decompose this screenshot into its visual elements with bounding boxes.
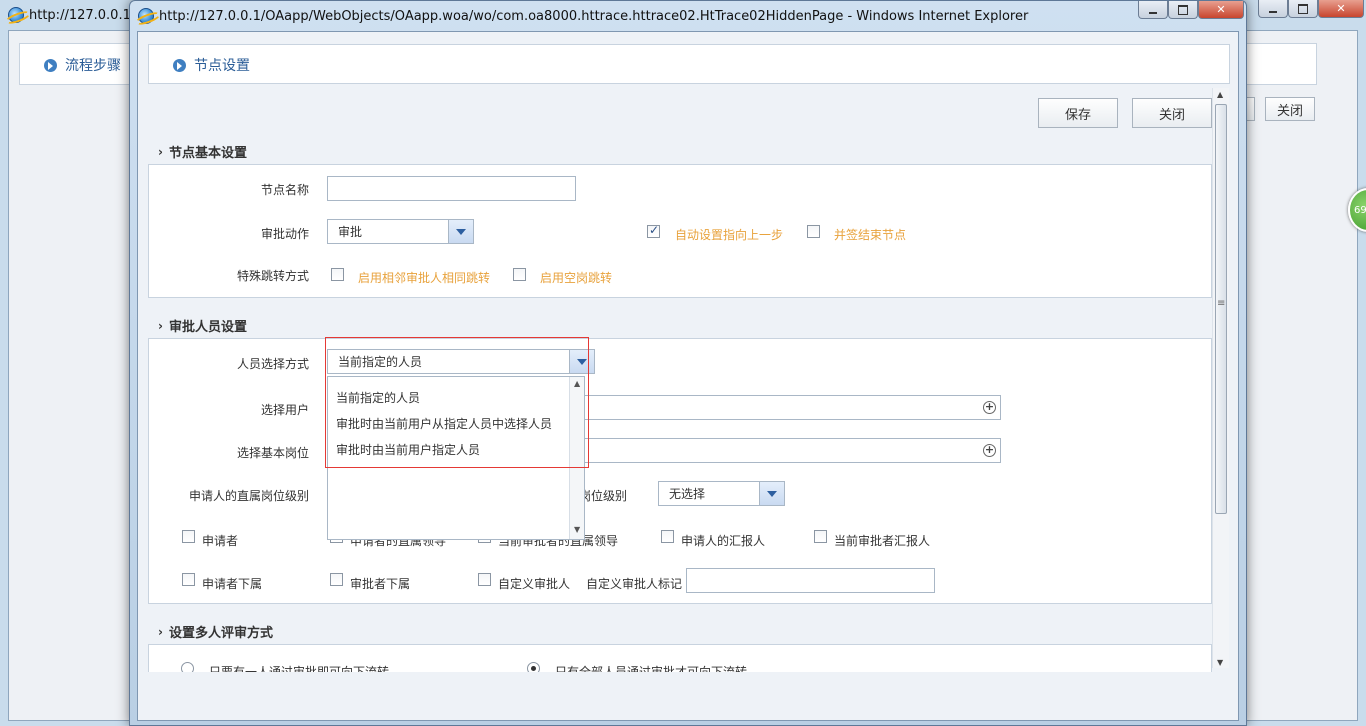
background-window-title: http://127.0.0.1/O (29, 7, 146, 23)
background-caption-buttons: ✕ (1258, 0, 1364, 18)
window-close-button[interactable]: ✕ (1198, 1, 1244, 19)
countersign-label: 并签结束节点 (834, 228, 907, 242)
dialog-client-area: 节点设置 保存 关闭 › 节点基本设置 节点名称 审批动作 审批 自动设置指向上… (137, 31, 1239, 721)
maximize-button[interactable] (1168, 1, 1198, 19)
scrollbar-thumb[interactable] (1215, 104, 1227, 514)
custom-tag-label: 自定义审批人标记 (586, 577, 683, 591)
save-button[interactable]: 保存 (1038, 98, 1118, 128)
auto-prev-checkbox[interactable] (647, 223, 660, 238)
approver-level-label: 岗位级别 (579, 489, 628, 503)
scroll-up-icon[interactable]: ▲ (1217, 90, 1223, 99)
add-post-icon[interactable]: + (983, 444, 996, 457)
caption-buttons: ✕ (1138, 1, 1244, 19)
current-reporter-checkbox[interactable] (814, 530, 827, 543)
basic-settings-panel: 节点名称 审批动作 审批 自动设置指向上一步 并签结束节点 特殊跳转方式 启用相… (148, 164, 1212, 298)
select-mode-label: 人员选择方式 (236, 357, 309, 371)
arrow-circle-icon (44, 58, 57, 72)
approver-settings-panel: 人员选择方式 当前指定的人员 选择用户 + 选择基本岗位 + 申请人的直属岗位级… (148, 338, 1212, 604)
select-mode-select[interactable]: 当前指定的人员 (327, 349, 595, 374)
jump-neighbor-label: 启用相邻审批人相同跳转 (358, 271, 491, 285)
dropdown-scrollbar[interactable]: ▲ ▼ (569, 377, 584, 539)
jump-label: 特殊跳转方式 (236, 269, 309, 283)
action-label: 审批动作 (260, 227, 309, 241)
section-title-approver: › 审批人员设置 (158, 318, 247, 336)
custom-approver-checkbox[interactable] (478, 573, 491, 586)
close-button[interactable]: 关闭 (1132, 98, 1212, 128)
window-title: http://127.0.0.1/OAapp/WebObjects/OAapp.… (159, 8, 1029, 24)
minimize-button[interactable] (1138, 1, 1168, 19)
page-scrollbar[interactable]: ▲ ▼ (1212, 88, 1229, 668)
ie-icon (8, 7, 24, 23)
chevron-right-icon: › (158, 318, 163, 333)
direct-level-label: 申请人的直属岗位级别 (188, 489, 309, 503)
applicant-sub-checkbox[interactable] (182, 573, 195, 586)
section-title-basic: › 节点基本设置 (158, 144, 247, 162)
scroll-up-icon[interactable]: ▲ (574, 379, 580, 388)
section-title-multi: › 设置多人评审方式 (158, 624, 273, 642)
background-header-label: 流程步骤 (65, 58, 121, 74)
jump-vacant-checkbox[interactable] (513, 268, 526, 281)
applicant-sub-label: 申请者下属 (202, 577, 263, 591)
applicant-reporter-checkbox[interactable] (661, 530, 674, 543)
node-name-input[interactable] (327, 176, 576, 201)
ie-icon (138, 8, 154, 24)
background-window-titlebar: http://127.0.0.1/O (0, 0, 145, 30)
applicant-checkbox[interactable] (182, 530, 195, 543)
add-user-icon[interactable]: + (983, 401, 996, 414)
chevron-down-icon[interactable] (759, 482, 784, 505)
jump-neighbor-checkbox[interactable] (331, 268, 344, 281)
client-bottom-strip (138, 672, 1238, 720)
scroll-down-icon[interactable]: ▼ (1217, 658, 1223, 667)
countersign-checkbox[interactable] (807, 225, 820, 238)
approver-level-select[interactable]: 无选择 (658, 481, 785, 506)
node-name-label: 节点名称 (260, 183, 309, 197)
dropdown-option[interactable]: 审批时由当前用户从指定人员中选择人员 (336, 415, 552, 432)
maximize-button[interactable] (1288, 0, 1318, 18)
node-settings-window: http://127.0.0.1/OAapp/WebObjects/OAapp.… (129, 0, 1247, 726)
applicant-label: 申请者 (202, 534, 239, 548)
custom-approver-label: 自定义审批人 (498, 577, 571, 591)
select-post-label: 选择基本岗位 (236, 446, 309, 460)
dropdown-option[interactable]: 审批时由当前用户指定人员 (336, 441, 480, 458)
approver-sub-label: 审批者下属 (350, 577, 411, 591)
arrow-circle-icon (173, 58, 186, 72)
action-select[interactable]: 审批 (327, 219, 474, 244)
select-mode-dropdown-list: 当前指定的人员 审批时由当前用户从指定人员中选择人员 审批时由当前用户指定人员 … (327, 376, 585, 540)
chevron-right-icon: › (158, 624, 163, 639)
scroll-down-icon[interactable]: ▼ (574, 525, 580, 534)
page-title: 节点设置 (194, 58, 250, 74)
auto-prev-label: 自动设置指向上一步 (675, 228, 784, 242)
approver-sub-checkbox[interactable] (330, 573, 343, 586)
custom-tag-input[interactable] (686, 568, 935, 593)
jump-vacant-label: 启用空岗跳转 (540, 271, 613, 285)
window-close-button[interactable]: ✕ (1318, 0, 1364, 18)
minimize-button[interactable] (1258, 0, 1288, 18)
applicant-reporter-label: 申请人的汇报人 (681, 534, 766, 548)
chevron-down-icon[interactable] (569, 350, 594, 373)
chevron-right-icon: › (158, 144, 163, 159)
background-close-button[interactable]: 关闭 (1265, 97, 1315, 121)
dropdown-option[interactable]: 当前指定的人员 (336, 389, 420, 406)
chevron-down-icon[interactable] (448, 220, 473, 243)
page-header: 节点设置 (148, 44, 1230, 84)
select-user-label: 选择用户 (260, 403, 309, 417)
window-titlebar: http://127.0.0.1/OAapp/WebObjects/OAapp.… (130, 1, 1130, 31)
current-reporter-label: 当前审批者汇报人 (834, 534, 931, 548)
